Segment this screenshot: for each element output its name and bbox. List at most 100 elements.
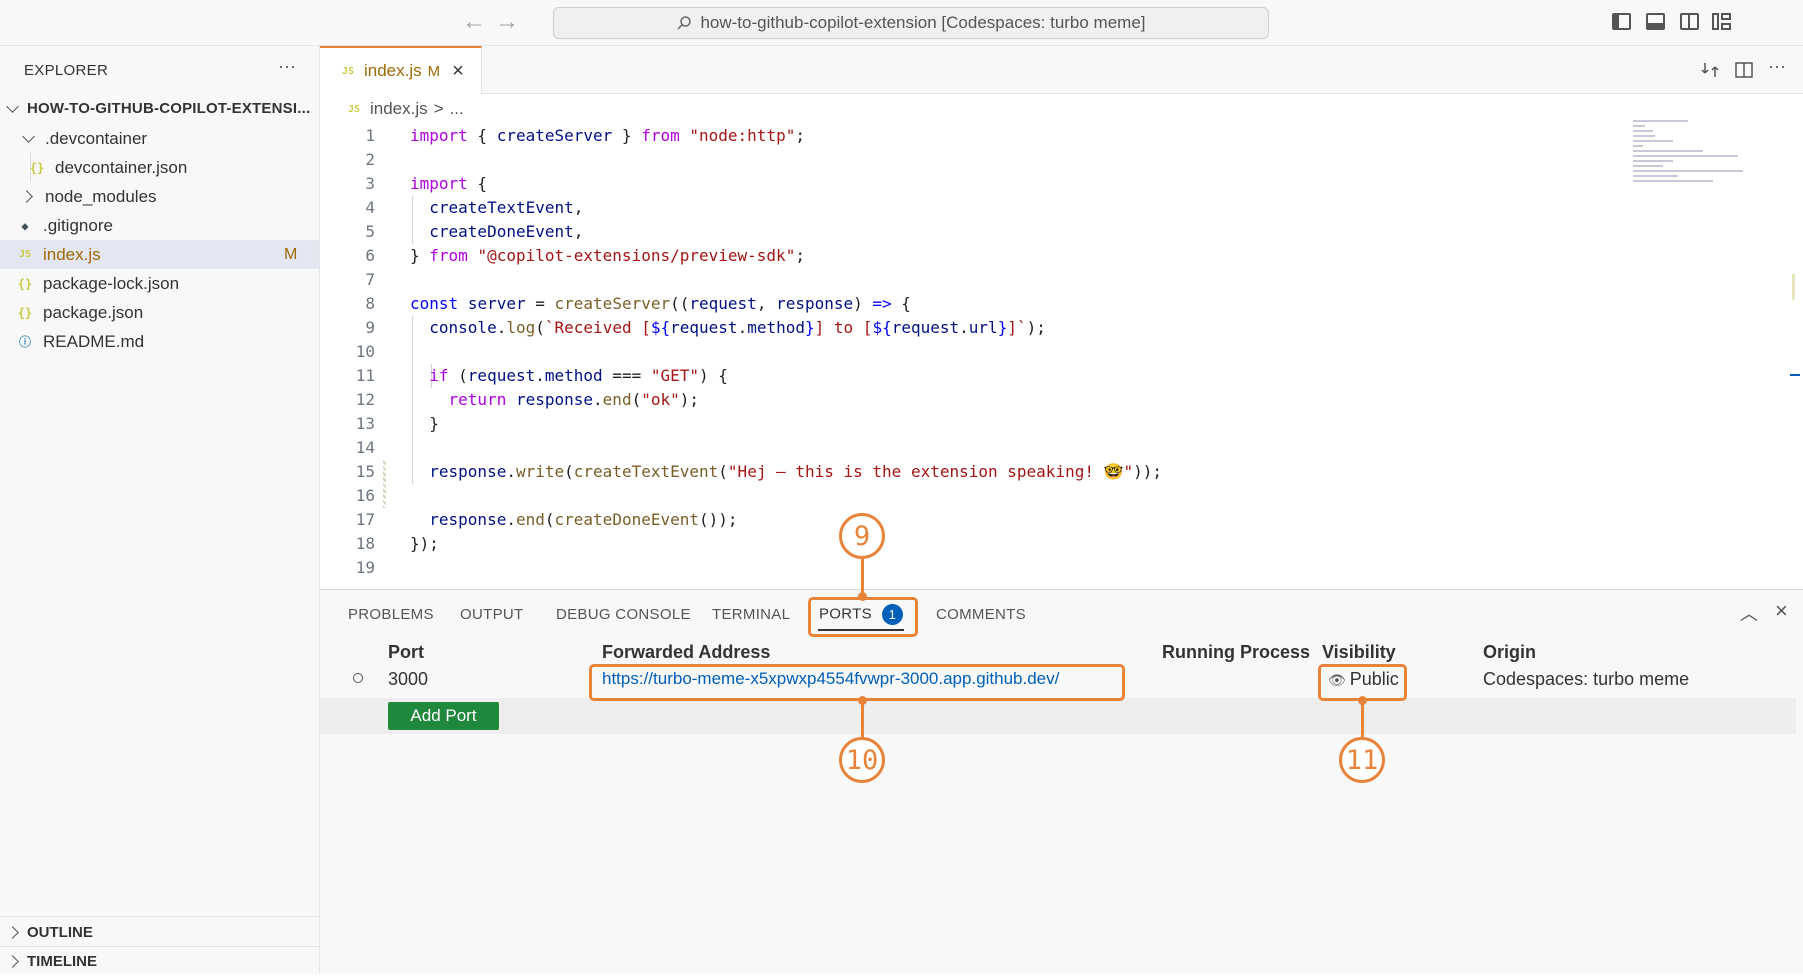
annotation-connector	[1361, 701, 1364, 737]
tree-item-node-modules[interactable]: node_modules	[0, 182, 319, 211]
code-line: createDoneEvent,	[429, 222, 584, 241]
code-line: if (request.method === "GET") {	[429, 366, 728, 385]
search-text: how-to-github-copilot-extension [Codespa…	[700, 13, 1146, 32]
annotation-dot	[858, 592, 867, 601]
line-number: 13	[355, 414, 375, 433]
workspace-root-label: HOW-TO-GITHUB-COPILOT-EXTENSI...	[27, 100, 311, 117]
bottom-panel: PROBLEMS OUTPUT DEBUG CONSOLE TERMINAL P…	[320, 589, 1803, 974]
tree-item-gitignore[interactable]: ◆ .gitignore	[0, 211, 319, 240]
chevron-right-icon	[20, 190, 33, 203]
tab-debug-console[interactable]: DEBUG CONSOLE	[556, 606, 691, 623]
annotation-dot	[858, 696, 867, 705]
minimap[interactable]	[1633, 120, 1753, 190]
breadcrumb-separator: >	[433, 99, 444, 118]
code-line: import { createServer } from "node:http"…	[410, 126, 805, 145]
git-file-icon: ◆	[21, 218, 29, 233]
annotation-highlight-address	[589, 664, 1125, 701]
line-number: 4	[365, 198, 375, 217]
tree-item-label: README.md	[43, 331, 145, 351]
line-number: 8	[365, 294, 375, 313]
compare-changes-icon[interactable]	[1700, 60, 1720, 80]
tree-item-label: .gitignore	[43, 215, 113, 235]
json-file-icon: {}	[17, 305, 33, 320]
tree-item-package-lock-json[interactable]: {} package-lock.json	[0, 269, 319, 298]
line-number: 1	[365, 126, 375, 145]
column-forwarded-address[interactable]: Forwarded Address	[602, 642, 770, 663]
annotation-connector	[861, 701, 864, 737]
tree-item-readme[interactable]: ⓘ README.md	[0, 327, 319, 356]
tree-item-devcontainer-json[interactable]: {} devcontainer.json	[0, 153, 319, 182]
tree-item-label: devcontainer.json	[55, 157, 188, 177]
code-editor[interactable]: 1 import { createServer } from "node:http…	[320, 124, 1803, 588]
back-arrow-icon[interactable]: ←	[462, 10, 486, 34]
breadcrumb: JS index.js > ...	[346, 97, 464, 121]
forward-arrow-icon[interactable]: →	[495, 10, 519, 34]
code-line: response.write(createTextEvent("Hej – th…	[429, 462, 1163, 481]
tab-comments[interactable]: COMMENTS	[936, 606, 1026, 623]
customize-layout-icon[interactable]	[1712, 13, 1731, 30]
workspace-root[interactable]: HOW-TO-GITHUB-COPILOT-EXTENSI...	[0, 94, 319, 123]
line-number: 17	[355, 510, 375, 529]
breadcrumb-file[interactable]: index.js	[370, 99, 428, 119]
annotation-marker-11: 11	[1339, 737, 1385, 783]
add-port-button[interactable]: Add Port	[388, 702, 499, 730]
line-number: 9	[365, 318, 375, 337]
line-number: 11	[355, 366, 375, 385]
tab-problems[interactable]: PROBLEMS	[348, 606, 434, 623]
dirty-diff-indicator	[383, 460, 386, 508]
json-file-icon: {}	[29, 160, 45, 175]
line-number: 15	[355, 462, 375, 481]
tab-index-js[interactable]: JS index.js M ×	[320, 46, 482, 94]
close-panel-icon[interactable]: ×	[1775, 598, 1788, 624]
code-line: response.end(createDoneEvent());	[429, 510, 738, 529]
tree-item-devcontainer-folder[interactable]: .devcontainer	[0, 124, 319, 153]
toggle-primary-sidebar-icon[interactable]	[1612, 13, 1631, 30]
tree-item-label: package.json	[43, 302, 144, 322]
code-line: } from "@copilot-extensions/preview-sdk"…	[410, 246, 805, 265]
close-icon[interactable]: ×	[452, 60, 464, 83]
line-number: 7	[365, 270, 375, 289]
column-running-process[interactable]: Running Process	[1162, 642, 1310, 663]
column-port[interactable]: Port	[388, 642, 424, 663]
line-number: 6	[365, 246, 375, 265]
json-file-icon: {}	[17, 276, 33, 291]
tree-item-index-js[interactable]: JS index.js M	[0, 240, 319, 269]
chevron-down-icon	[22, 129, 35, 143]
maximize-panel-icon[interactable]: ︿	[1740, 600, 1758, 626]
timeline-section[interactable]: TIMELINE	[0, 947, 319, 976]
scrollbar-cursor-marker	[1790, 374, 1800, 376]
split-editor-icon[interactable]	[1734, 60, 1754, 80]
command-center-search[interactable]: how-to-github-copilot-extension [Codespa…	[553, 7, 1269, 39]
tree-item-label: .devcontainer	[45, 128, 148, 148]
js-file-icon: JS	[341, 65, 355, 77]
tab-terminal[interactable]: TERMINAL	[712, 606, 790, 623]
code-line: import {	[410, 174, 488, 193]
more-actions-icon[interactable]: ···	[1768, 56, 1786, 77]
breadcrumb-more[interactable]: ...	[450, 99, 464, 119]
line-number: 12	[355, 390, 375, 409]
tab-output[interactable]: OUTPUT	[460, 606, 523, 623]
info-file-icon: ⓘ	[18, 335, 31, 349]
outline-section[interactable]: OUTLINE	[0, 918, 319, 947]
more-actions-icon[interactable]: ···	[278, 56, 296, 77]
scrollbar-marker	[1792, 274, 1795, 300]
code-line: console.log(`Received [${request.method}…	[429, 318, 1046, 337]
line-number: 5	[365, 222, 375, 241]
toggle-secondary-sidebar-icon[interactable]	[1680, 13, 1699, 30]
column-visibility[interactable]: Visibility	[1322, 642, 1396, 663]
toggle-panel-icon[interactable]	[1646, 13, 1665, 30]
port-status-icon	[353, 673, 363, 683]
chevron-right-icon	[6, 926, 19, 939]
origin-cell: Codespaces: turbo meme	[1483, 669, 1690, 689]
explorer-title: EXPLORER	[24, 62, 109, 79]
js-file-icon: JS	[18, 249, 32, 260]
annotation-marker-9: 9	[839, 513, 885, 559]
js-file-icon: JS	[347, 103, 361, 115]
tree-item-package-json[interactable]: {} package.json	[0, 298, 319, 327]
modified-badge: M	[284, 245, 298, 263]
column-origin[interactable]: Origin	[1483, 642, 1536, 663]
code-line: return response.end("ok");	[448, 390, 700, 409]
line-number: 2	[365, 150, 375, 169]
tab-label: index.js	[364, 61, 422, 80]
code-line: const server = createServer((request, re…	[410, 294, 911, 313]
